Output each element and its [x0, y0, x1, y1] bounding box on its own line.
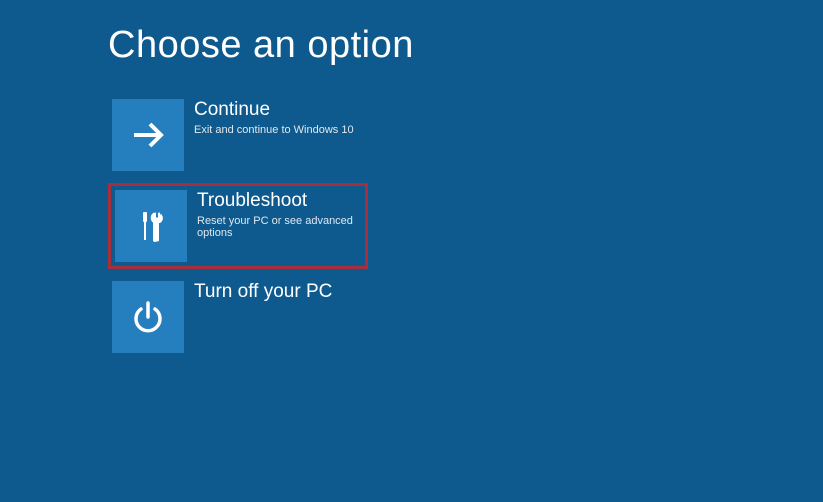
power-icon	[112, 281, 184, 353]
page-title: Choose an option	[108, 24, 823, 67]
continue-option[interactable]: Continue Exit and continue to Windows 10	[108, 95, 368, 175]
turnoff-option[interactable]: Turn off your PC	[108, 277, 368, 357]
troubleshoot-text: Troubleshoot Reset your PC or see advanc…	[197, 190, 361, 239]
recovery-screen: Choose an option Continue Exit and conti…	[0, 0, 823, 357]
arrow-right-icon	[112, 99, 184, 171]
troubleshoot-desc: Reset your PC or see advanced options	[197, 215, 361, 239]
turnoff-title: Turn off your PC	[194, 281, 332, 304]
tools-icon	[115, 190, 187, 262]
continue-text: Continue Exit and continue to Windows 10	[194, 99, 354, 136]
option-list: Continue Exit and continue to Windows 10	[108, 95, 823, 357]
continue-desc: Exit and continue to Windows 10	[194, 124, 354, 136]
turnoff-text: Turn off your PC	[194, 281, 332, 304]
troubleshoot-option[interactable]: Troubleshoot Reset your PC or see advanc…	[108, 183, 368, 269]
continue-title: Continue	[194, 99, 354, 122]
troubleshoot-title: Troubleshoot	[197, 190, 361, 213]
